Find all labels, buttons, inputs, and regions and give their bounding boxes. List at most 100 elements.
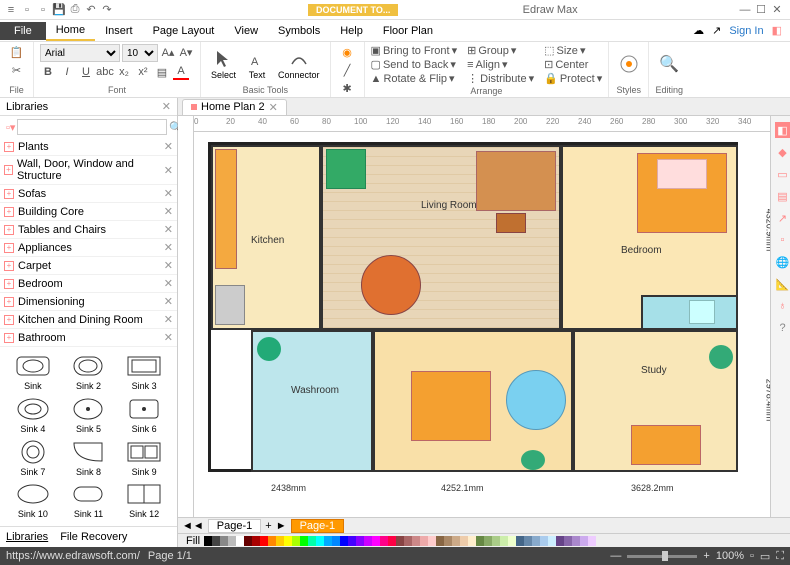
text-tool[interactable]: A Text (243, 47, 271, 82)
floor-plan-drawing[interactable]: Kitchen Living Room Bedroom (208, 142, 738, 472)
libs-tab-libraries[interactable]: Libraries (6, 531, 48, 543)
page-nav-prev-icon[interactable]: ◄◄ (182, 520, 204, 532)
color-swatch[interactable] (484, 536, 492, 546)
color-swatch[interactable] (372, 536, 380, 546)
menu-symbols[interactable]: Symbols (268, 22, 330, 40)
menu-floor-plan[interactable]: Floor Plan (373, 22, 443, 40)
strike-icon[interactable]: abc (97, 64, 113, 80)
lib-cat-close-icon[interactable]: ✕ (164, 295, 173, 308)
superscript-icon[interactable]: x² (135, 64, 151, 80)
share-icon[interactable]: ↗ (712, 24, 721, 37)
select-tool[interactable]: Select (207, 47, 240, 82)
color-swatch[interactable] (300, 536, 308, 546)
shape-item[interactable]: Sink 6 (117, 396, 171, 435)
undo-icon[interactable]: ↶ (84, 3, 98, 17)
lib-cat-close-icon[interactable]: ✕ (164, 164, 173, 177)
shape-item[interactable]: Sink 2 (62, 353, 116, 392)
lib-cat-close-icon[interactable]: ✕ (164, 187, 173, 200)
file-menu[interactable]: File (0, 22, 46, 40)
lib-category[interactable]: +Kitchen and Dining Room✕ (0, 311, 177, 329)
lib-cat-close-icon[interactable]: ✕ (164, 259, 173, 272)
shape-icon[interactable]: ◆ (775, 144, 790, 160)
align-button[interactable]: ≡ Align ▾ (467, 58, 534, 71)
new-icon[interactable]: ▫ (20, 3, 34, 17)
shape-item[interactable]: Sink 11 (62, 481, 116, 520)
expand-icon[interactable]: + (4, 165, 13, 175)
color-swatch[interactable] (364, 536, 372, 546)
lib-cat-close-icon[interactable]: ✕ (164, 331, 173, 344)
color-swatch[interactable] (540, 536, 548, 546)
font-size-select[interactable]: 10 (122, 44, 158, 62)
protect-button[interactable]: 🔒 Protect ▾ (544, 72, 602, 85)
shrink-font-icon[interactable]: A▾ (178, 44, 194, 60)
connector-tool[interactable]: Connector (274, 47, 324, 82)
document-tab[interactable]: Home Plan 2 ✕ (182, 99, 287, 115)
lib-cat-close-icon[interactable]: ✕ (164, 140, 173, 153)
center-button[interactable]: ⊡ Center (544, 58, 602, 71)
color-swatch[interactable] (460, 536, 468, 546)
bring-front-button[interactable]: ▣ Bring to Front ▾ (371, 44, 458, 57)
color-swatch[interactable] (468, 536, 476, 546)
color-swatch[interactable] (524, 536, 532, 546)
expand-icon[interactable]: + (4, 189, 14, 199)
underline-icon[interactable]: U (78, 64, 94, 80)
group-button[interactable]: ⊞ Group ▾ (467, 44, 534, 57)
text-style-icon[interactable]: ✱ (339, 80, 355, 96)
color-swatch[interactable] (388, 536, 396, 546)
distribute-button[interactable]: ⋮ Distribute ▾ (467, 72, 534, 85)
rotate-flip-button[interactable]: ▲ Rotate & Flip ▾ (371, 72, 458, 85)
color-swatch[interactable] (260, 536, 268, 546)
lib-cat-close-icon[interactable]: ✕ (164, 223, 173, 236)
highlight-icon[interactable]: ▤ (154, 64, 170, 80)
color-swatch[interactable] (380, 536, 388, 546)
color-swatch[interactable] (588, 536, 596, 546)
bold-icon[interactable]: B (40, 64, 56, 80)
subscript-icon[interactable]: x₂ (116, 64, 132, 80)
menu-insert[interactable]: Insert (95, 22, 143, 40)
shape-item[interactable]: Sink 3 (117, 353, 171, 392)
shape-item[interactable]: Sink (6, 353, 60, 392)
shape-item[interactable]: Sink 10 (6, 481, 60, 520)
lib-category[interactable]: +Dimensioning✕ (0, 293, 177, 311)
color-swatch[interactable] (212, 536, 220, 546)
color-swatch[interactable] (316, 536, 324, 546)
color-swatch[interactable] (500, 536, 508, 546)
connector-side-icon[interactable]: ↗ (775, 210, 790, 226)
color-swatch[interactable] (236, 536, 244, 546)
print-icon[interactable]: ⎙ (68, 3, 82, 17)
minimize-icon[interactable]: — (738, 3, 752, 17)
zoom-in-icon[interactable]: + (703, 550, 709, 562)
color-swatch[interactable] (244, 536, 252, 546)
color-swatch[interactable] (340, 536, 348, 546)
menu-home[interactable]: Home (46, 21, 95, 41)
redo-icon[interactable]: ↷ (100, 3, 114, 17)
earth-icon[interactable]: ♁ (775, 298, 790, 314)
expand-icon[interactable]: + (4, 142, 14, 152)
lib-category[interactable]: +Sofas✕ (0, 185, 177, 203)
shape-item[interactable]: Sink 7 (6, 439, 60, 478)
page-tab-left[interactable]: Page-1 (208, 519, 261, 533)
maximize-icon[interactable]: ☐ (754, 3, 768, 17)
color-swatch[interactable] (308, 536, 316, 546)
color-swatch[interactable] (572, 536, 580, 546)
zoom-slider[interactable] (627, 555, 697, 558)
lib-cat-close-icon[interactable]: ✕ (164, 277, 173, 290)
shape-item[interactable]: Sink 9 (117, 439, 171, 478)
sign-in-link[interactable]: Sign In (729, 25, 763, 37)
page-icon[interactable]: ▫ (775, 232, 790, 248)
lib-cat-close-icon[interactable]: ✕ (164, 205, 173, 218)
color-swatch[interactable] (292, 536, 300, 546)
image-icon[interactable]: ▭ (775, 166, 790, 182)
zoom-out-icon[interactable]: — (610, 550, 621, 562)
color-swatch[interactable] (556, 536, 564, 546)
fill-icon[interactable]: ◉ (339, 44, 355, 60)
fit-width-icon[interactable]: ▭ (760, 550, 770, 563)
lib-category[interactable]: +Bathroom✕ (0, 329, 177, 347)
color-swatch[interactable] (204, 536, 212, 546)
color-swatch[interactable] (220, 536, 228, 546)
paste-icon[interactable]: 📋 (9, 44, 25, 60)
color-swatch[interactable] (276, 536, 284, 546)
save-icon[interactable]: 💾 (52, 3, 66, 17)
lib-category[interactable]: +Bedroom✕ (0, 275, 177, 293)
find-icon[interactable]: 🔍 (659, 54, 679, 74)
